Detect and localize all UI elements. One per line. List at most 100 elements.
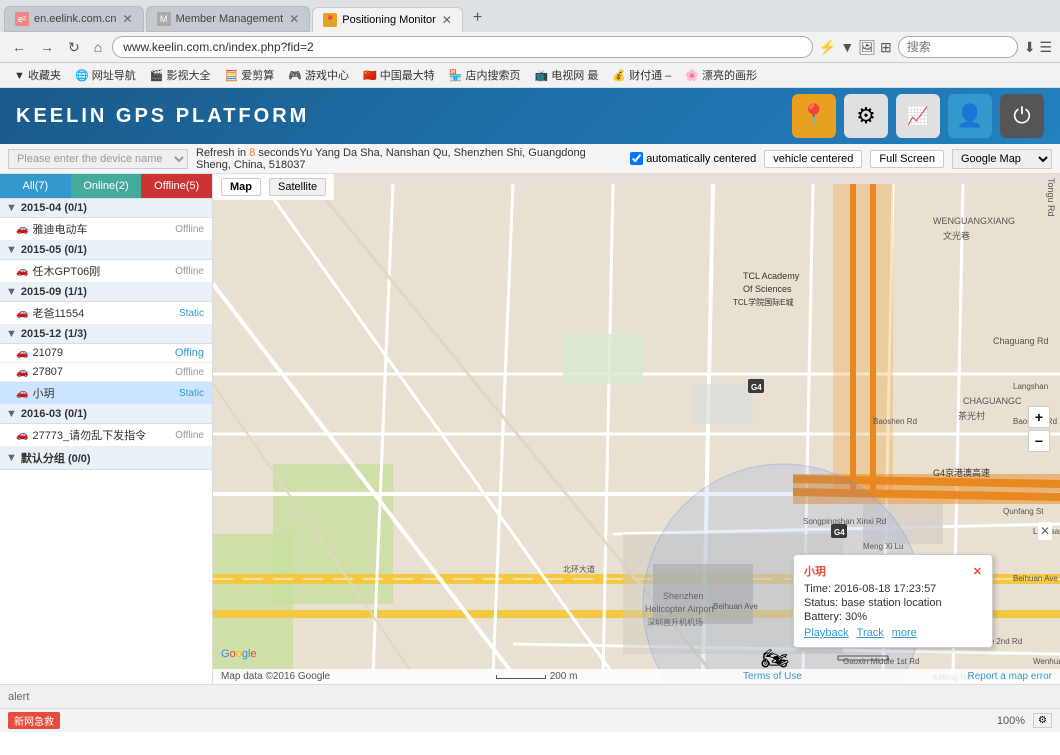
- nav-extra-btn[interactable]: ⊞: [880, 39, 892, 56]
- screenshot-btn[interactable]: 🖼: [858, 39, 876, 56]
- tab-positioning[interactable]: 📍 Positioning Monitor ✕: [312, 7, 463, 32]
- popup-close-btn[interactable]: ✕: [973, 565, 982, 578]
- auto-centered-checkbox[interactable]: [630, 152, 643, 165]
- full-screen-button[interactable]: Full Screen: [870, 150, 944, 168]
- group-header-2015-09[interactable]: ▼ 2015-09 (1/1): [0, 283, 212, 302]
- report-error[interactable]: Report a map error: [968, 671, 1052, 682]
- group-header-2015-12[interactable]: ▼ 2015-12 (1/3): [0, 325, 212, 344]
- terms-of-use[interactable]: Terms of Use: [743, 671, 802, 682]
- search-input[interactable]: [898, 36, 1018, 58]
- bookmark-art[interactable]: 🌸 漂亮的画形: [679, 65, 763, 85]
- popup-link-more[interactable]: more: [892, 627, 917, 639]
- device-item-xiaoyue[interactable]: 🚗 小玥 Static: [0, 382, 212, 405]
- group-label-2015-04: 2015-04 (0/1): [21, 202, 87, 214]
- popup-status-value: base station location: [841, 597, 941, 609]
- group-2016-03: ▼ 2016-03 (0/1) 🚗 27773_请勿乱下发指令 Offline: [0, 405, 212, 447]
- auto-centered-label[interactable]: automatically centered: [630, 152, 756, 165]
- alert-bar: alert: [0, 684, 1060, 708]
- group-2015-05: ▼ 2015-05 (0/1) 🚗 任木GPT06刚 Offline: [0, 241, 212, 283]
- device-name-21079: 21079: [32, 347, 174, 359]
- svg-text:Baoshen Rd: Baoshen Rd: [873, 417, 917, 426]
- device-item-21079[interactable]: 🚗 21079 Offing: [0, 344, 212, 363]
- tab-member-label: Member Management: [176, 13, 284, 25]
- svg-text:G4: G4: [751, 383, 762, 392]
- svg-text:🏍: 🏍: [761, 646, 789, 671]
- popup-links: Playback Track more: [804, 627, 982, 639]
- svg-text:Gaoxin Middle 1st Rd: Gaoxin Middle 1st Rd: [843, 657, 919, 666]
- map-tab-satellite[interactable]: Satellite: [269, 178, 326, 196]
- device-status-27773: Offline: [175, 430, 204, 441]
- bookmark-nav[interactable]: 🌐 网址导航: [69, 65, 142, 85]
- tab-positioning-close[interactable]: ✕: [442, 13, 452, 27]
- zoom-out-button[interactable]: −: [1028, 430, 1050, 452]
- popup-link-playback[interactable]: Playback: [804, 627, 849, 639]
- vehicle-centered-button[interactable]: vehicle centered: [764, 150, 862, 168]
- bookmark-favorites[interactable]: ▼ 收藏夹: [8, 65, 67, 85]
- sidebar-tab-all[interactable]: All(7): [0, 174, 71, 198]
- forward-button[interactable]: →: [36, 37, 58, 57]
- main-content: All(7) Online(2) Offline(5) ▼ 2015-04 (0…: [0, 174, 1060, 684]
- sidebar-tab-offline[interactable]: Offline(5): [141, 174, 212, 198]
- download-btn[interactable]: ⚡: [819, 39, 836, 56]
- settings-header-icon[interactable]: ⚙: [844, 94, 888, 138]
- group-header-2015-04[interactable]: ▼ 2015-04 (0/1): [0, 199, 212, 218]
- zoom-controls[interactable]: ⚙: [1033, 713, 1052, 728]
- map-background[interactable]: G4京港澳高速 北环大道 Beihuan Ave Beihuan Ave Bei…: [213, 174, 1060, 684]
- download-icon[interactable]: ⬇: [1024, 39, 1036, 56]
- svg-text:茶光村: 茶光村: [958, 410, 985, 421]
- tab-member-close[interactable]: ✕: [289, 12, 299, 26]
- zoom-in-button[interactable]: +: [1028, 406, 1050, 428]
- back-button[interactable]: ←: [8, 37, 30, 57]
- popup-link-track[interactable]: Track: [857, 627, 884, 639]
- group-default: ▼ 默认分组 (0/0): [0, 447, 212, 470]
- device-name-27773: 27773_请勿乱下发指令: [32, 427, 175, 443]
- group-header-2015-05[interactable]: ▼ 2015-05 (0/1): [0, 241, 212, 260]
- popup-header: 小玥 ✕: [804, 563, 982, 579]
- new-emergency-btn[interactable]: 新网急救: [8, 712, 60, 729]
- user-header-icon[interactable]: 👤: [948, 94, 992, 138]
- group-label-2016-03: 2016-03 (0/1): [21, 408, 87, 420]
- refresh-prefix: Refresh in: [196, 147, 249, 159]
- power-header-icon[interactable]: ⏻: [1000, 94, 1044, 138]
- address-input[interactable]: [112, 36, 813, 58]
- tab-eelink-close[interactable]: ✕: [123, 12, 133, 26]
- device-item-laoba[interactable]: 🚗 老爸11554 Static: [0, 302, 212, 325]
- bookmark-video[interactable]: 🎬 影视大全: [144, 65, 217, 85]
- apps-btn[interactable]: ▼: [840, 39, 854, 55]
- group-label-default: 默认分组 (0/0): [21, 450, 91, 466]
- bookmark-china[interactable]: 🇨🇳 中国最大特: [357, 65, 441, 85]
- group-label-2015-09: 2015-09 (1/1): [21, 286, 87, 298]
- new-tab-button[interactable]: +: [465, 4, 490, 32]
- tab-eelink-label: en.eelink.com.cn: [34, 13, 117, 25]
- group-header-2016-03[interactable]: ▼ 2016-03 (0/1): [0, 405, 212, 424]
- device-item-renmu[interactable]: 🚗 任木GPT06刚 Offline: [0, 260, 212, 283]
- device-item-27773[interactable]: 🚗 27773_请勿乱下发指令 Offline: [0, 424, 212, 447]
- popup-status-label: Status:: [804, 597, 838, 609]
- map-type-select[interactable]: Google Map Satellite Hybrid: [952, 149, 1052, 169]
- tab-member[interactable]: M Member Management ✕: [146, 6, 311, 32]
- home-button[interactable]: ⌂: [90, 37, 106, 57]
- device-item-27807[interactable]: 🚗 27807 Offline: [0, 363, 212, 382]
- sidebar-tab-online[interactable]: Online(2): [71, 174, 142, 198]
- map-tab-map[interactable]: Map: [221, 178, 261, 196]
- menu-icon[interactable]: ☰: [1039, 39, 1052, 56]
- group-header-default[interactable]: ▼ 默认分组 (0/0): [0, 447, 212, 470]
- alert-label: alert: [8, 691, 29, 703]
- bookmark-games[interactable]: 🎮 游戏中心: [282, 65, 355, 85]
- tab-positioning-label: Positioning Monitor: [342, 14, 436, 26]
- map-footer: Map data ©2016 Google 200 m Terms of Use…: [213, 669, 1060, 684]
- device-item-yadi[interactable]: 🚗 雅迪电动车 Offline: [0, 218, 212, 241]
- device-select[interactable]: Please enter the device name: [8, 149, 188, 169]
- bookmark-shop[interactable]: 🏪 店内搜索页: [443, 65, 527, 85]
- popup-time-value: 2016-08-18 17:23:57: [834, 583, 936, 595]
- popup-status: Status: base station location: [804, 597, 982, 609]
- refresh-button[interactable]: ↻: [64, 37, 84, 58]
- tab-eelink[interactable]: e² en.eelink.com.cn ✕: [4, 6, 144, 32]
- bookmark-pay[interactable]: 💰 财付通 –: [606, 65, 677, 85]
- map-region-close[interactable]: ✕: [1038, 522, 1052, 540]
- bookmark-calc[interactable]: 🧮 爱剪算: [218, 65, 280, 85]
- nav-right-icons: ⬇ ☰: [1024, 39, 1052, 56]
- analytics-header-icon[interactable]: 📈: [896, 94, 940, 138]
- map-header-icon[interactable]: 📍: [792, 94, 836, 138]
- bookmark-tv[interactable]: 📺 电视网 最: [529, 65, 605, 85]
